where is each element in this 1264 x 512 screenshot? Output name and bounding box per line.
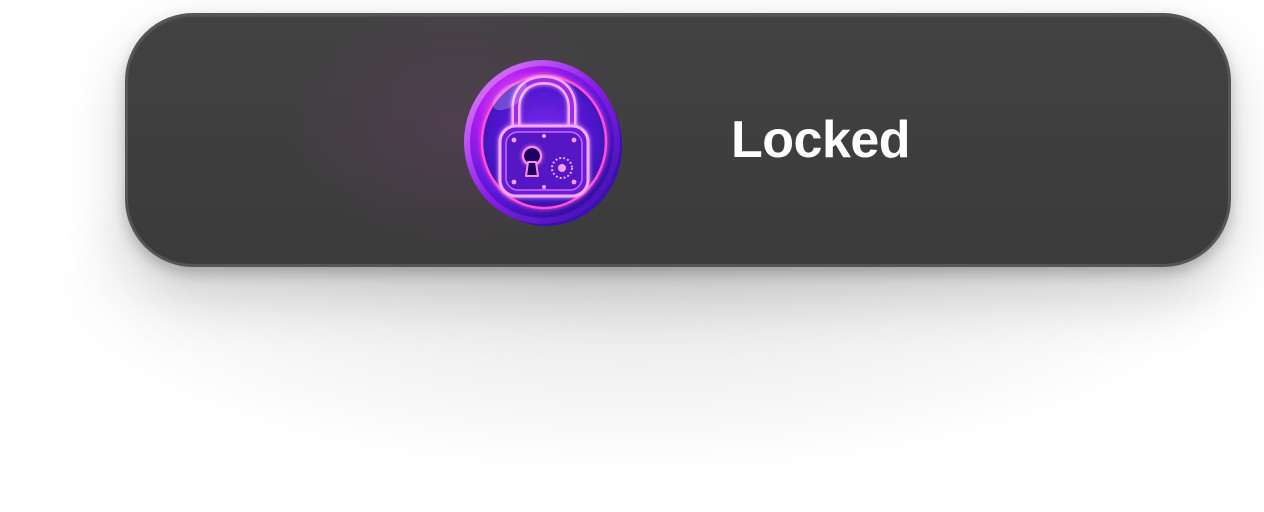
lock-status-hud: Locked: [125, 13, 1231, 267]
lock-status-label: Locked: [731, 111, 911, 169]
screen-canvas: Locked: [0, 0, 1264, 512]
lock-icon: [458, 56, 626, 228]
